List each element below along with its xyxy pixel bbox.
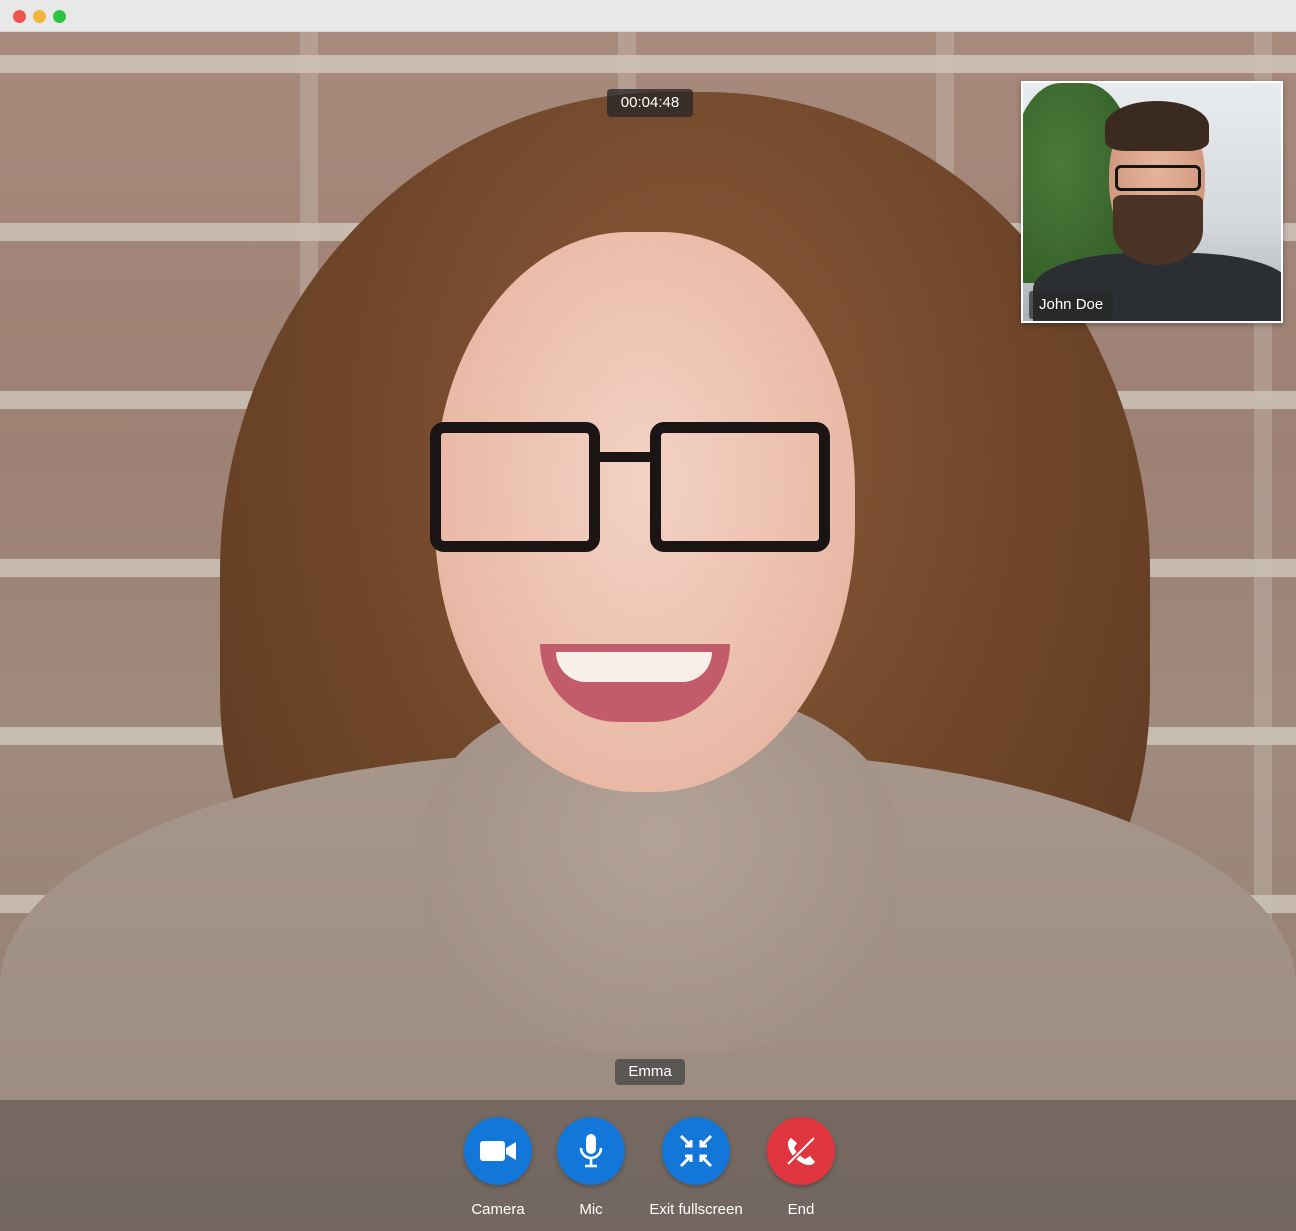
end-call-label: End	[787, 1201, 815, 1218]
end-call-control: End	[767, 1117, 835, 1219]
mic-label: Mic	[579, 1201, 603, 1218]
participant-name-tag: Emma	[615, 1059, 685, 1085]
exit-fullscreen-control: Exit fullscreen	[646, 1117, 746, 1219]
end-call-button[interactable]	[767, 1117, 835, 1185]
exit-fullscreen-label: Exit fullscreen	[649, 1201, 743, 1218]
exit-fullscreen-button[interactable]	[662, 1117, 730, 1185]
self-view-name: John Doe	[1029, 291, 1114, 319]
call-controls-bar: Camera Mic Exit fullscreen End	[0, 1100, 1296, 1231]
self-view-beard	[1113, 195, 1203, 265]
glasses-right-lens	[650, 422, 830, 552]
self-view-video[interactable]: John Doe	[1021, 81, 1283, 323]
call-timer: 00:04:48	[607, 89, 693, 117]
participant-teeth	[556, 652, 712, 682]
camera-control: Camera	[464, 1117, 532, 1219]
end-call-icon	[786, 1136, 816, 1166]
zoom-window-button[interactable]	[53, 10, 66, 23]
exit-fullscreen-icon	[679, 1134, 713, 1168]
self-view-glasses	[1115, 165, 1201, 191]
mic-control: Mic	[557, 1117, 625, 1219]
camera-label: Camera	[471, 1201, 525, 1218]
glasses-left-lens	[430, 422, 600, 552]
remote-video: 00:04:48 John Doe Emma Camera Mic Exit f…	[0, 32, 1296, 1231]
minimize-window-button[interactable]	[33, 10, 46, 23]
camera-button[interactable]	[464, 1117, 532, 1185]
close-window-button[interactable]	[13, 10, 26, 23]
glasses-bridge	[590, 452, 660, 462]
microphone-icon	[579, 1134, 603, 1168]
mic-button[interactable]	[557, 1117, 625, 1185]
video-camera-icon	[480, 1141, 516, 1161]
self-view-hair	[1105, 101, 1209, 151]
window-titlebar	[0, 0, 1296, 32]
